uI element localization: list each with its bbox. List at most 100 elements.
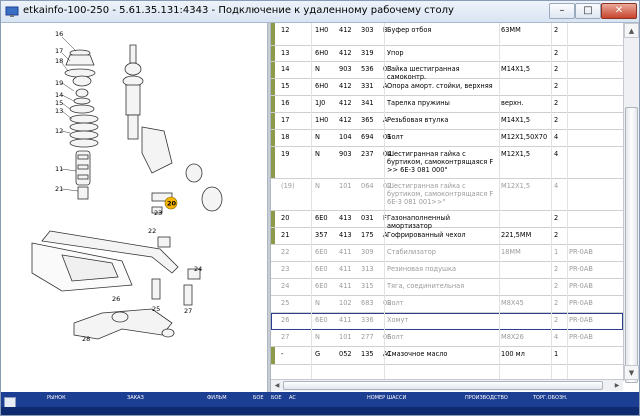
cell-a: N <box>315 182 320 190</box>
cell-name: Болт <box>387 333 404 341</box>
toolbar-label[interactable]: БОЕ <box>271 395 282 401</box>
toolbar-label[interactable]: НОМЕР ШАССИ <box>367 395 406 401</box>
cell-a: 6E0 <box>315 265 328 273</box>
cell-a: G <box>315 350 321 358</box>
cell-b: 411 <box>339 248 352 256</box>
table-row[interactable]: 12 1H0 412 303 B Буфер отбоя 63MM 2 <box>271 23 623 46</box>
title-bar[interactable]: etkainfo-100-250 - 5.61.35.131:4343 - По… <box>1 1 639 23</box>
cell-c: 331 <box>361 82 374 90</box>
cell-a: 6E0 <box>315 248 328 256</box>
toolbar-label[interactable]: БОЕ <box>253 395 264 401</box>
cell-b: 411 <box>339 316 352 324</box>
cell-a: 1H0 <box>315 116 329 124</box>
cell-pos: 22 <box>281 248 290 256</box>
table-row[interactable]: 23 6E0 411 313 Резиновая подушка 2 PR-0AB <box>271 262 623 279</box>
callout-22: 22 <box>148 227 156 235</box>
cell-a: 6H0 <box>315 82 329 90</box>
scroll-right-icon[interactable]: ▶ <box>611 380 623 391</box>
cell-qty: 4 <box>554 182 559 190</box>
toolbar-label[interactable]: ЗАКАЗ <box>127 395 144 401</box>
table-row[interactable]: - G 052 135 A1 Смазочное масло 100 мл 1 <box>271 347 623 365</box>
cell-a: 1J0 <box>315 99 326 107</box>
cell-a: 6E0 <box>315 214 328 222</box>
cell-spec: M14X1,5 <box>501 65 531 73</box>
cell-pos: 27 <box>281 333 290 341</box>
callout-25: 25 <box>152 305 160 313</box>
row-marker <box>271 23 275 45</box>
remote-desktop-window: etkainfo-100-250 - 5.61.35.131:4343 - По… <box>0 0 640 416</box>
cell-b: 052 <box>339 350 352 358</box>
toolbar-label[interactable]: АС <box>289 395 296 401</box>
cell-b: 413 <box>339 231 352 239</box>
cell-b: 412 <box>339 82 352 90</box>
row-marker <box>271 211 275 227</box>
cell-note: PR-0AB <box>569 265 593 273</box>
highlighted-callout-marker[interactable]: 20 <box>164 196 178 210</box>
minimize-button[interactable]: – <box>549 3 575 19</box>
cell-name: Тарелка пружины <box>387 99 450 107</box>
scroll-left-icon[interactable]: ◀ <box>271 380 283 391</box>
cell-name: Гофрированный чехол <box>387 231 466 239</box>
row-marker <box>271 113 275 129</box>
hscroll-thumb[interactable] <box>283 381 603 390</box>
cell-spec: M8X26 <box>501 333 524 341</box>
maximize-button[interactable]: □ <box>575 3 601 19</box>
toolbar-label[interactable]: РЫНОК <box>47 395 66 401</box>
table-row[interactable]: 17 1H0 412 365 A Резьбовая втулка M14X1,5 2 <box>271 113 623 130</box>
row-marker <box>271 313 275 329</box>
table-row[interactable]: 22 6E0 411 309 Стабилизатор 18MM 1 PR-0AB <box>271 245 623 262</box>
table-row[interactable]: 26 6E0 411 336 Хомут 2 PR-0AB <box>271 313 623 330</box>
cell-pos: - <box>281 350 284 358</box>
scroll-thumb[interactable] <box>625 107 638 383</box>
table-row[interactable]: (19) N 101 064 02 Шестигранная гайка с буртик… <box>271 179 623 211</box>
table-row[interactable]: 15 6H0 412 331 A Опора аморт. стойки, верхняя… <box>271 79 623 96</box>
table-row[interactable]: 13 6H0 412 319 Упор 2 <box>271 46 623 62</box>
table-row[interactable]: 18 N 104 694 01 Болт M12X1,50X70 4 <box>271 130 623 147</box>
cell-note: PR-0AB <box>569 282 593 290</box>
table-row[interactable]: 16 1J0 412 341 Тарелка пружины верхн. 2 <box>271 96 623 113</box>
cell-c: 365 <box>361 116 374 124</box>
horizontal-scrollbar[interactable]: ◀ ▶ <box>271 379 623 391</box>
cell-a: 6E0 <box>315 316 328 324</box>
table-row[interactable]: 206E0413031FГазонаполненный амортизатор2 <box>271 211 623 230</box>
cell-name: Болт <box>387 299 404 307</box>
table-row[interactable]: 25 N 102 683 02 Болт M8X45 2 PR-0AB <box>271 296 623 313</box>
cell-qty: 2 <box>554 265 559 273</box>
cell-qty: 4 <box>554 333 559 341</box>
cell-b: 104 <box>339 133 352 141</box>
column-divider <box>311 23 312 381</box>
cell-qty: 2 <box>554 65 559 73</box>
scroll-up-icon[interactable]: ▲ <box>624 23 639 38</box>
column-divider <box>499 23 500 381</box>
cell-qty: 4 <box>554 133 559 141</box>
cell-b: 903 <box>339 150 352 158</box>
cell-name: Опора аморт. стойки, верхняя <box>387 82 493 90</box>
toolbar-label[interactable]: ФИЛЬМ <box>207 395 227 401</box>
cell-c: 694 <box>361 133 374 141</box>
cell-spec: 18MM <box>501 248 521 256</box>
cell-name: Упор <box>387 49 404 57</box>
cell-pos: 24 <box>281 282 290 290</box>
cell-a: N <box>315 333 320 341</box>
table-row[interactable]: 14 N 903 536 03 Гайка шестигранная самоконтр.… <box>271 62 623 81</box>
close-button[interactable]: ✕ <box>601 3 637 19</box>
row-marker <box>271 262 275 278</box>
scroll-down-icon[interactable]: ▼ <box>624 365 639 380</box>
cell-b: 412 <box>339 99 352 107</box>
table-row[interactable]: 19 N 903 237 04 Шестигранная гайка с буртиком… <box>271 147 623 179</box>
cell-qty: 1 <box>554 350 559 358</box>
table-row[interactable]: 24 6E0 411 315 Тяга, соединительная 2 PR-0AB <box>271 279 623 296</box>
cell-c: 319 <box>361 49 374 57</box>
exploded-diagram-panel[interactable]: 16 17 18 19 14 15 13 12 11 21 23 22 24 2… <box>2 23 267 392</box>
toolbar-label[interactable]: ТОРГ.ОБОЗН. <box>533 395 568 401</box>
vertical-scrollbar[interactable]: ▲ ▼ <box>623 23 639 383</box>
table-row[interactable]: 21 357 413 175 A Гофрированный чехол 221,5MM 2 <box>271 228 623 245</box>
cell-qty: 2 <box>554 282 559 290</box>
cell-pos: 12 <box>281 26 290 34</box>
table-row[interactable]: 27 N 101 277 06 Болт M8X26 4 PR-0AB <box>271 330 623 347</box>
toolbar-label[interactable]: ПРОИЗВОДСТВО <box>465 395 508 401</box>
cell-c: 064 <box>361 182 374 190</box>
callout-13: 13 <box>55 107 63 115</box>
callout-15: 15 <box>55 99 63 107</box>
cell-spec: M12X1,5 <box>501 150 531 158</box>
